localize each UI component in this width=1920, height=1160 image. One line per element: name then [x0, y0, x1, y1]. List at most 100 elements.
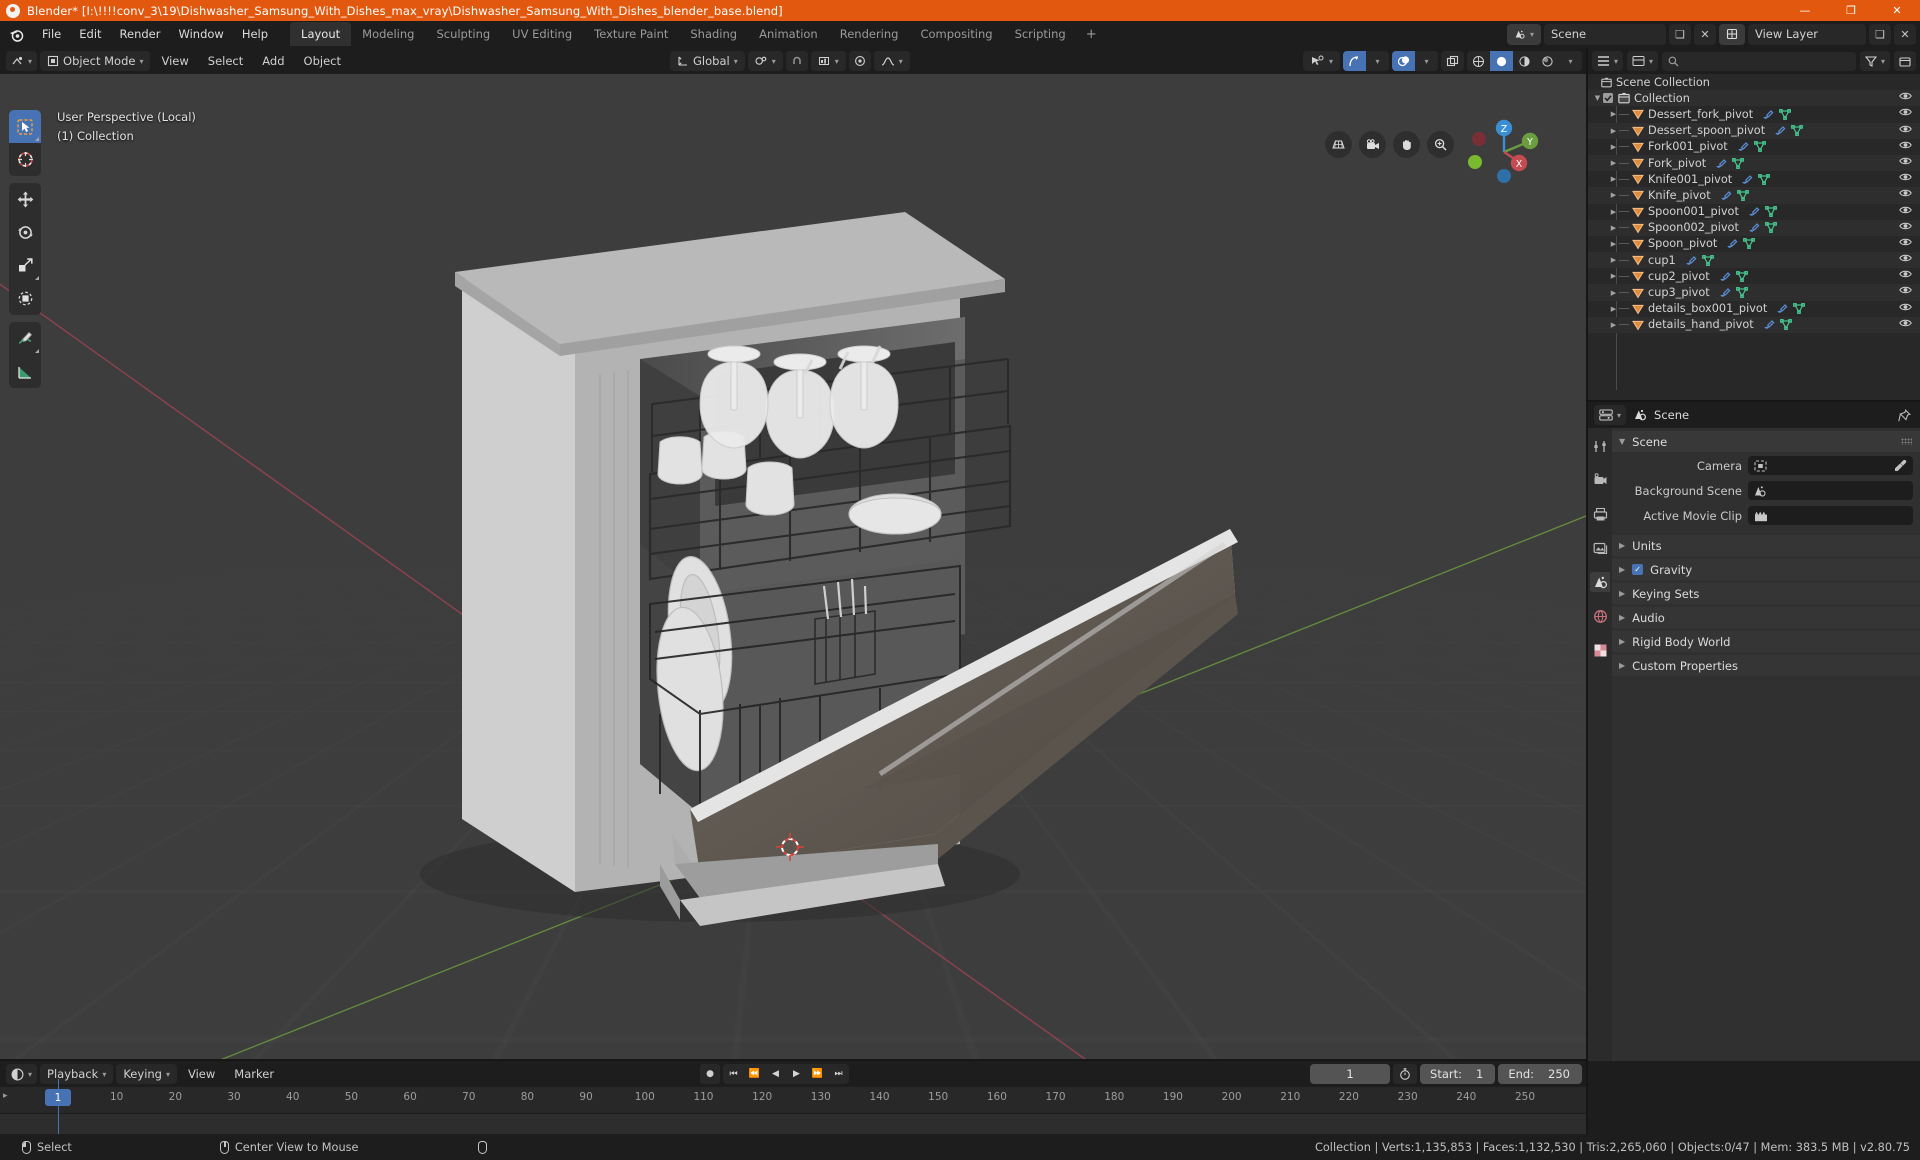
3d-viewport[interactable]: ▾ Object Mode ▾ View Select Add Object G… [0, 48, 1586, 1061]
visibility-eye-icon[interactable] [1899, 269, 1912, 279]
outliner-tree[interactable]: Scene Collection ▼ Collection ▶ Dessert_f… [1588, 74, 1920, 400]
panel-collapse-caret-icon[interactable]: ▶ [1619, 661, 1625, 670]
timeline-menu-keying[interactable]: Keying ▾ [116, 1064, 177, 1084]
tab-sculpting[interactable]: Sculpting [425, 22, 501, 46]
outliner-row-object[interactable]: ▶ details_hand_pivot [1588, 316, 1920, 333]
pin-icon[interactable] [1898, 408, 1911, 422]
navigation-gizmo[interactable]: Z Y X [1466, 114, 1542, 190]
modifier-icon[interactable] [1726, 238, 1738, 249]
expand-triangle-icon[interactable]: ▶ [1608, 208, 1619, 216]
scene-properties-tab-icon[interactable] [1590, 572, 1610, 592]
modifier-icon[interactable] [1715, 158, 1727, 169]
maximize-button[interactable]: ❐ [1828, 0, 1874, 21]
xray-toggle-icon[interactable] [1441, 51, 1464, 71]
annotate-tool[interactable] [9, 322, 41, 355]
tab-shading[interactable]: Shading [679, 22, 748, 46]
snap-magnet-button[interactable] [785, 51, 808, 71]
properties-editor[interactable]: ▾ Scene ▼ Scene Camera Background Scene … [1588, 402, 1920, 1061]
modifier-icon[interactable] [1720, 190, 1732, 201]
solid-shading-icon[interactable] [1490, 51, 1513, 71]
rendered-shading-icon[interactable] [1536, 51, 1559, 71]
outliner-row-scene-collection[interactable]: Scene Collection [1588, 74, 1920, 90]
outliner-row-object[interactable]: ▶ Fork_pivot [1588, 154, 1920, 172]
outliner-search-input[interactable] [1662, 51, 1856, 71]
mesh-data-icon[interactable] [1764, 222, 1777, 234]
outliner-editor-type-selector[interactable]: ▾ [1592, 51, 1624, 71]
menu-file[interactable]: File [33, 24, 70, 44]
view-layer-datablock-icon[interactable] [1719, 23, 1745, 45]
expand-triangle-icon[interactable]: ▶ [1608, 175, 1619, 183]
proportional-edit-button[interactable] [848, 51, 871, 71]
overlays-toggle-icon[interactable] [1392, 51, 1415, 71]
current-frame-field[interactable]: 1 [1310, 1064, 1391, 1084]
start-frame-field[interactable]: Start: 1 [1420, 1064, 1496, 1084]
expand-triangle-icon[interactable]: ▶ [1608, 240, 1619, 248]
modifier-icon[interactable] [1776, 303, 1788, 314]
viewport-canvas[interactable]: User Perspective (Local) (1) Collection [0, 74, 1586, 1061]
object-visibility-selector[interactable]: ▾ [1302, 51, 1340, 71]
tab-animation[interactable]: Animation [748, 22, 829, 46]
close-button[interactable]: ✕ [1874, 0, 1920, 21]
mesh-data-icon[interactable] [1793, 303, 1806, 315]
scene-panel-header[interactable]: ▼ Scene [1612, 431, 1920, 452]
mesh-data-icon[interactable] [1732, 157, 1745, 169]
outliner-editor[interactable]: ▾ ▾ ▾ Scene Collection ▼ Collection ▶ De… [1588, 48, 1920, 400]
expand-triangle-icon[interactable]: ▶ [1608, 224, 1619, 232]
properties-collapsed-panel[interactable]: ▶ ✓ Gravity [1612, 559, 1920, 580]
gizmo-options-caret[interactable]: ▾ [1366, 51, 1389, 71]
minimize-button[interactable]: — [1782, 0, 1828, 21]
mesh-data-icon[interactable] [1736, 189, 1749, 201]
dishwasher-model[interactable] [0, 74, 1586, 1061]
active-movie-clip-field[interactable] [1748, 506, 1913, 525]
next-keyframe-button[interactable]: ⏩ [807, 1064, 828, 1084]
tab-layout[interactable]: Layout [290, 22, 352, 46]
render-properties-tab-icon[interactable] [1590, 470, 1610, 490]
tab-rendering[interactable]: Rendering [829, 22, 910, 46]
timeline-editor[interactable]: ▾ Playback ▾ Keying ▾ View Marker ● ⏮ ⏪ ◀ … [0, 1061, 1586, 1134]
expand-triangle-icon[interactable]: ▶ [1608, 159, 1619, 167]
mesh-data-icon[interactable] [1779, 319, 1792, 331]
mesh-data-icon[interactable] [1758, 173, 1771, 185]
world-properties-tab-icon[interactable] [1590, 606, 1610, 626]
outliner-row-object[interactable]: ▶ Dessert_fork_pivot [1588, 106, 1920, 122]
jump-to-start-button[interactable]: ⏮ [723, 1064, 744, 1084]
mesh-data-icon[interactable] [1743, 238, 1756, 250]
expand-triangle-icon[interactable]: ▼ [1592, 94, 1603, 102]
cursor-tool[interactable] [9, 143, 41, 176]
viewport-menu-add[interactable]: Add [254, 51, 292, 71]
panel-collapse-caret-icon[interactable]: ▶ [1619, 565, 1625, 574]
visibility-eye-icon[interactable] [1899, 156, 1912, 166]
scale-tool[interactable] [9, 249, 41, 282]
expand-triangle-icon[interactable]: ▶ [1608, 127, 1619, 135]
tab-scripting[interactable]: Scripting [1004, 22, 1077, 46]
expand-triangle-icon[interactable]: ▶ [1608, 272, 1619, 280]
outliner-row-object[interactable]: ▶ cup2_pivot [1588, 268, 1920, 284]
properties-collapsed-panel[interactable]: ▶ Custom Properties [1612, 655, 1920, 676]
panel-collapse-caret-icon[interactable]: ▶ [1619, 637, 1625, 646]
measure-tool[interactable] [9, 355, 41, 388]
visibility-eye-icon[interactable] [1899, 172, 1912, 182]
play-reverse-button[interactable]: ◀ [765, 1064, 786, 1084]
play-button[interactable]: ▶ [786, 1064, 807, 1084]
modifier-icon[interactable] [1763, 319, 1775, 330]
material-preview-shading-icon[interactable] [1513, 51, 1536, 71]
modifier-icon[interactable] [1748, 206, 1760, 217]
visibility-eye-icon[interactable] [1899, 91, 1912, 101]
visibility-eye-icon[interactable] [1899, 221, 1912, 231]
outliner-row-object[interactable]: ▶ cup1 [1588, 252, 1920, 269]
modifier-icon[interactable] [1719, 271, 1731, 282]
panel-collapse-caret-icon[interactable]: ▶ [1619, 589, 1625, 598]
expand-triangle-icon[interactable]: ▶ [1608, 289, 1619, 297]
mesh-data-icon[interactable] [1735, 287, 1748, 298]
expand-triangle-icon[interactable]: ▶ [1608, 305, 1619, 313]
expand-triangle-icon[interactable]: ▶ [1608, 191, 1619, 199]
snap-pivot-button[interactable]: ▾ [747, 51, 783, 71]
shading-options-caret[interactable]: ▾ [1559, 51, 1582, 71]
modifier-icon[interactable] [1685, 255, 1697, 266]
tweak-select-tool[interactable] [9, 110, 41, 143]
mesh-data-icon[interactable] [1735, 270, 1748, 282]
modifier-icon[interactable] [1774, 125, 1786, 136]
expand-triangle-icon[interactable]: ▶ [1608, 143, 1619, 151]
transform-orientation-selector[interactable]: Global ▾ [670, 51, 745, 71]
expand-triangle-icon[interactable]: ▶ [1608, 110, 1619, 118]
